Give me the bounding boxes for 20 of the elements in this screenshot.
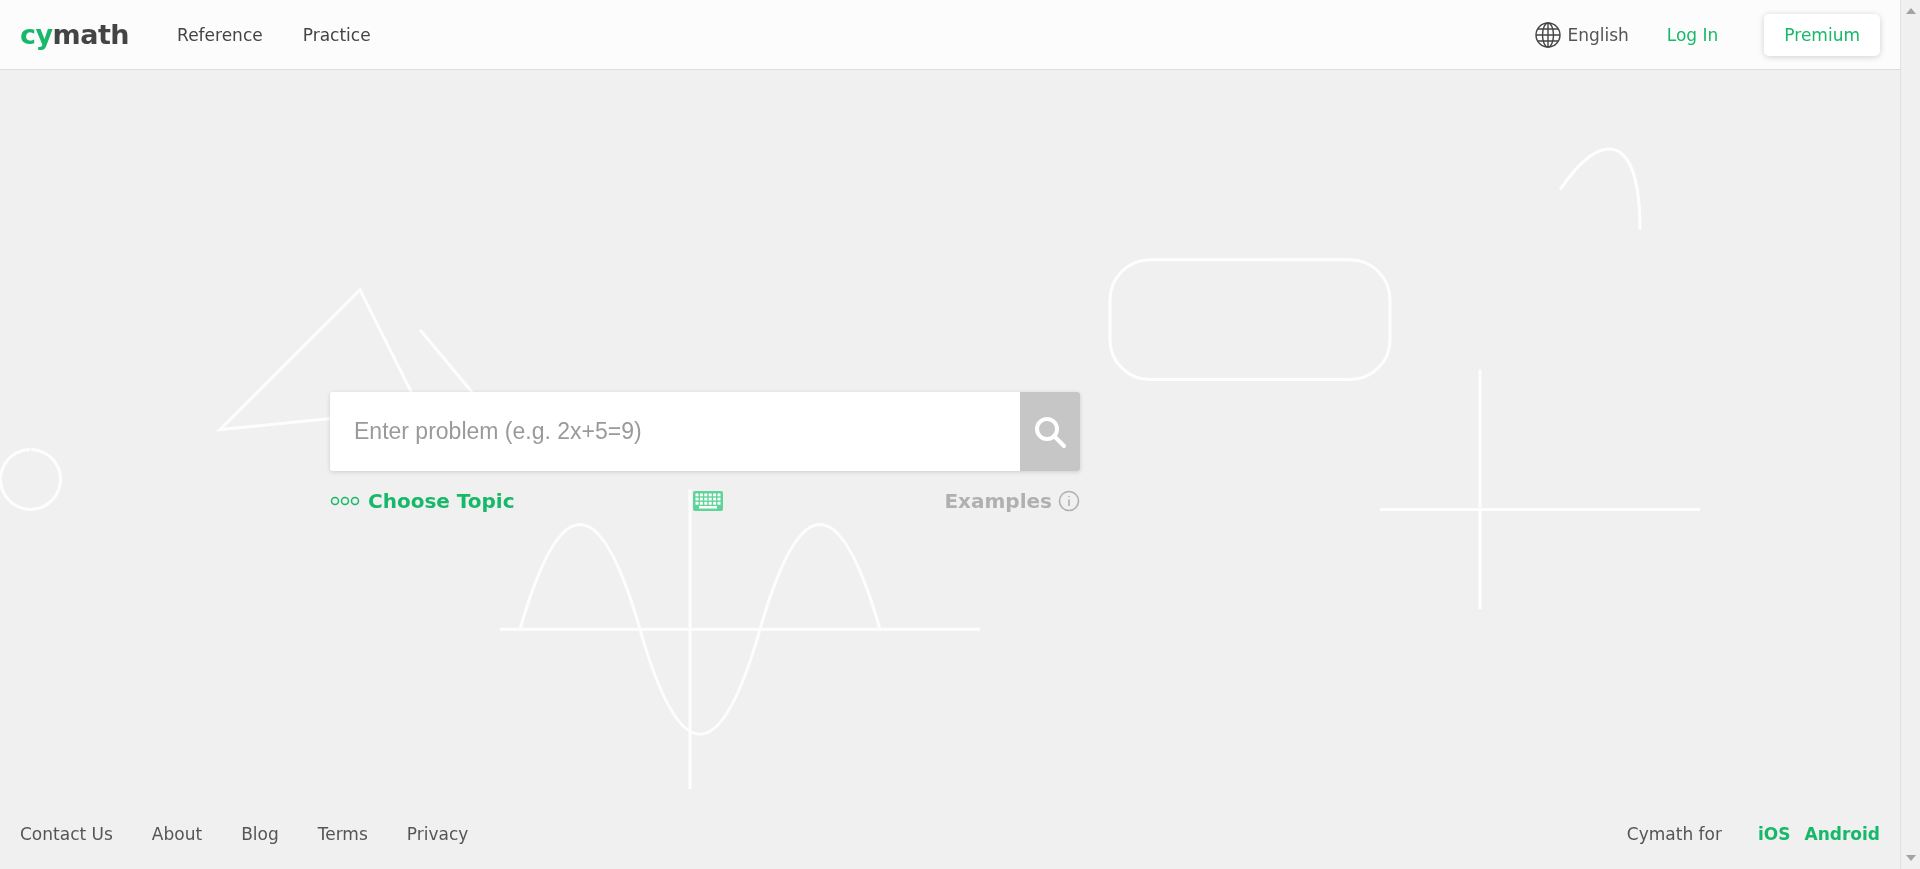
globe-icon (1535, 21, 1562, 48)
language-selector[interactable]: English (1535, 21, 1629, 48)
nav-link[interactable]: Reference (177, 24, 263, 45)
footer-link[interactable]: Blog (241, 824, 279, 844)
scroll-up-arrow-icon[interactable] (1905, 8, 1916, 14)
dots-icon (330, 496, 360, 506)
info-icon (1058, 490, 1080, 512)
search-button[interactable] (1020, 392, 1080, 471)
problem-input-field[interactable]: Enter problem (e.g. 2x+5=9) (330, 392, 1020, 471)
apps-label: Cymath for (1626, 824, 1722, 844)
language-label: English (1567, 24, 1629, 45)
keyboard-icon[interactable] (692, 491, 723, 511)
footer-link[interactable]: Privacy (406, 824, 469, 844)
footer-link[interactable]: Terms (317, 824, 368, 844)
search-icon (1033, 414, 1067, 449)
scroll-down-arrow-icon[interactable] (1905, 855, 1916, 861)
nav-link[interactable]: Practice (302, 24, 371, 45)
footer-link[interactable]: Contact Us (20, 824, 113, 844)
cymath-logo[interactable]: cymath (20, 19, 130, 50)
footer-link[interactable]: About (151, 824, 203, 844)
